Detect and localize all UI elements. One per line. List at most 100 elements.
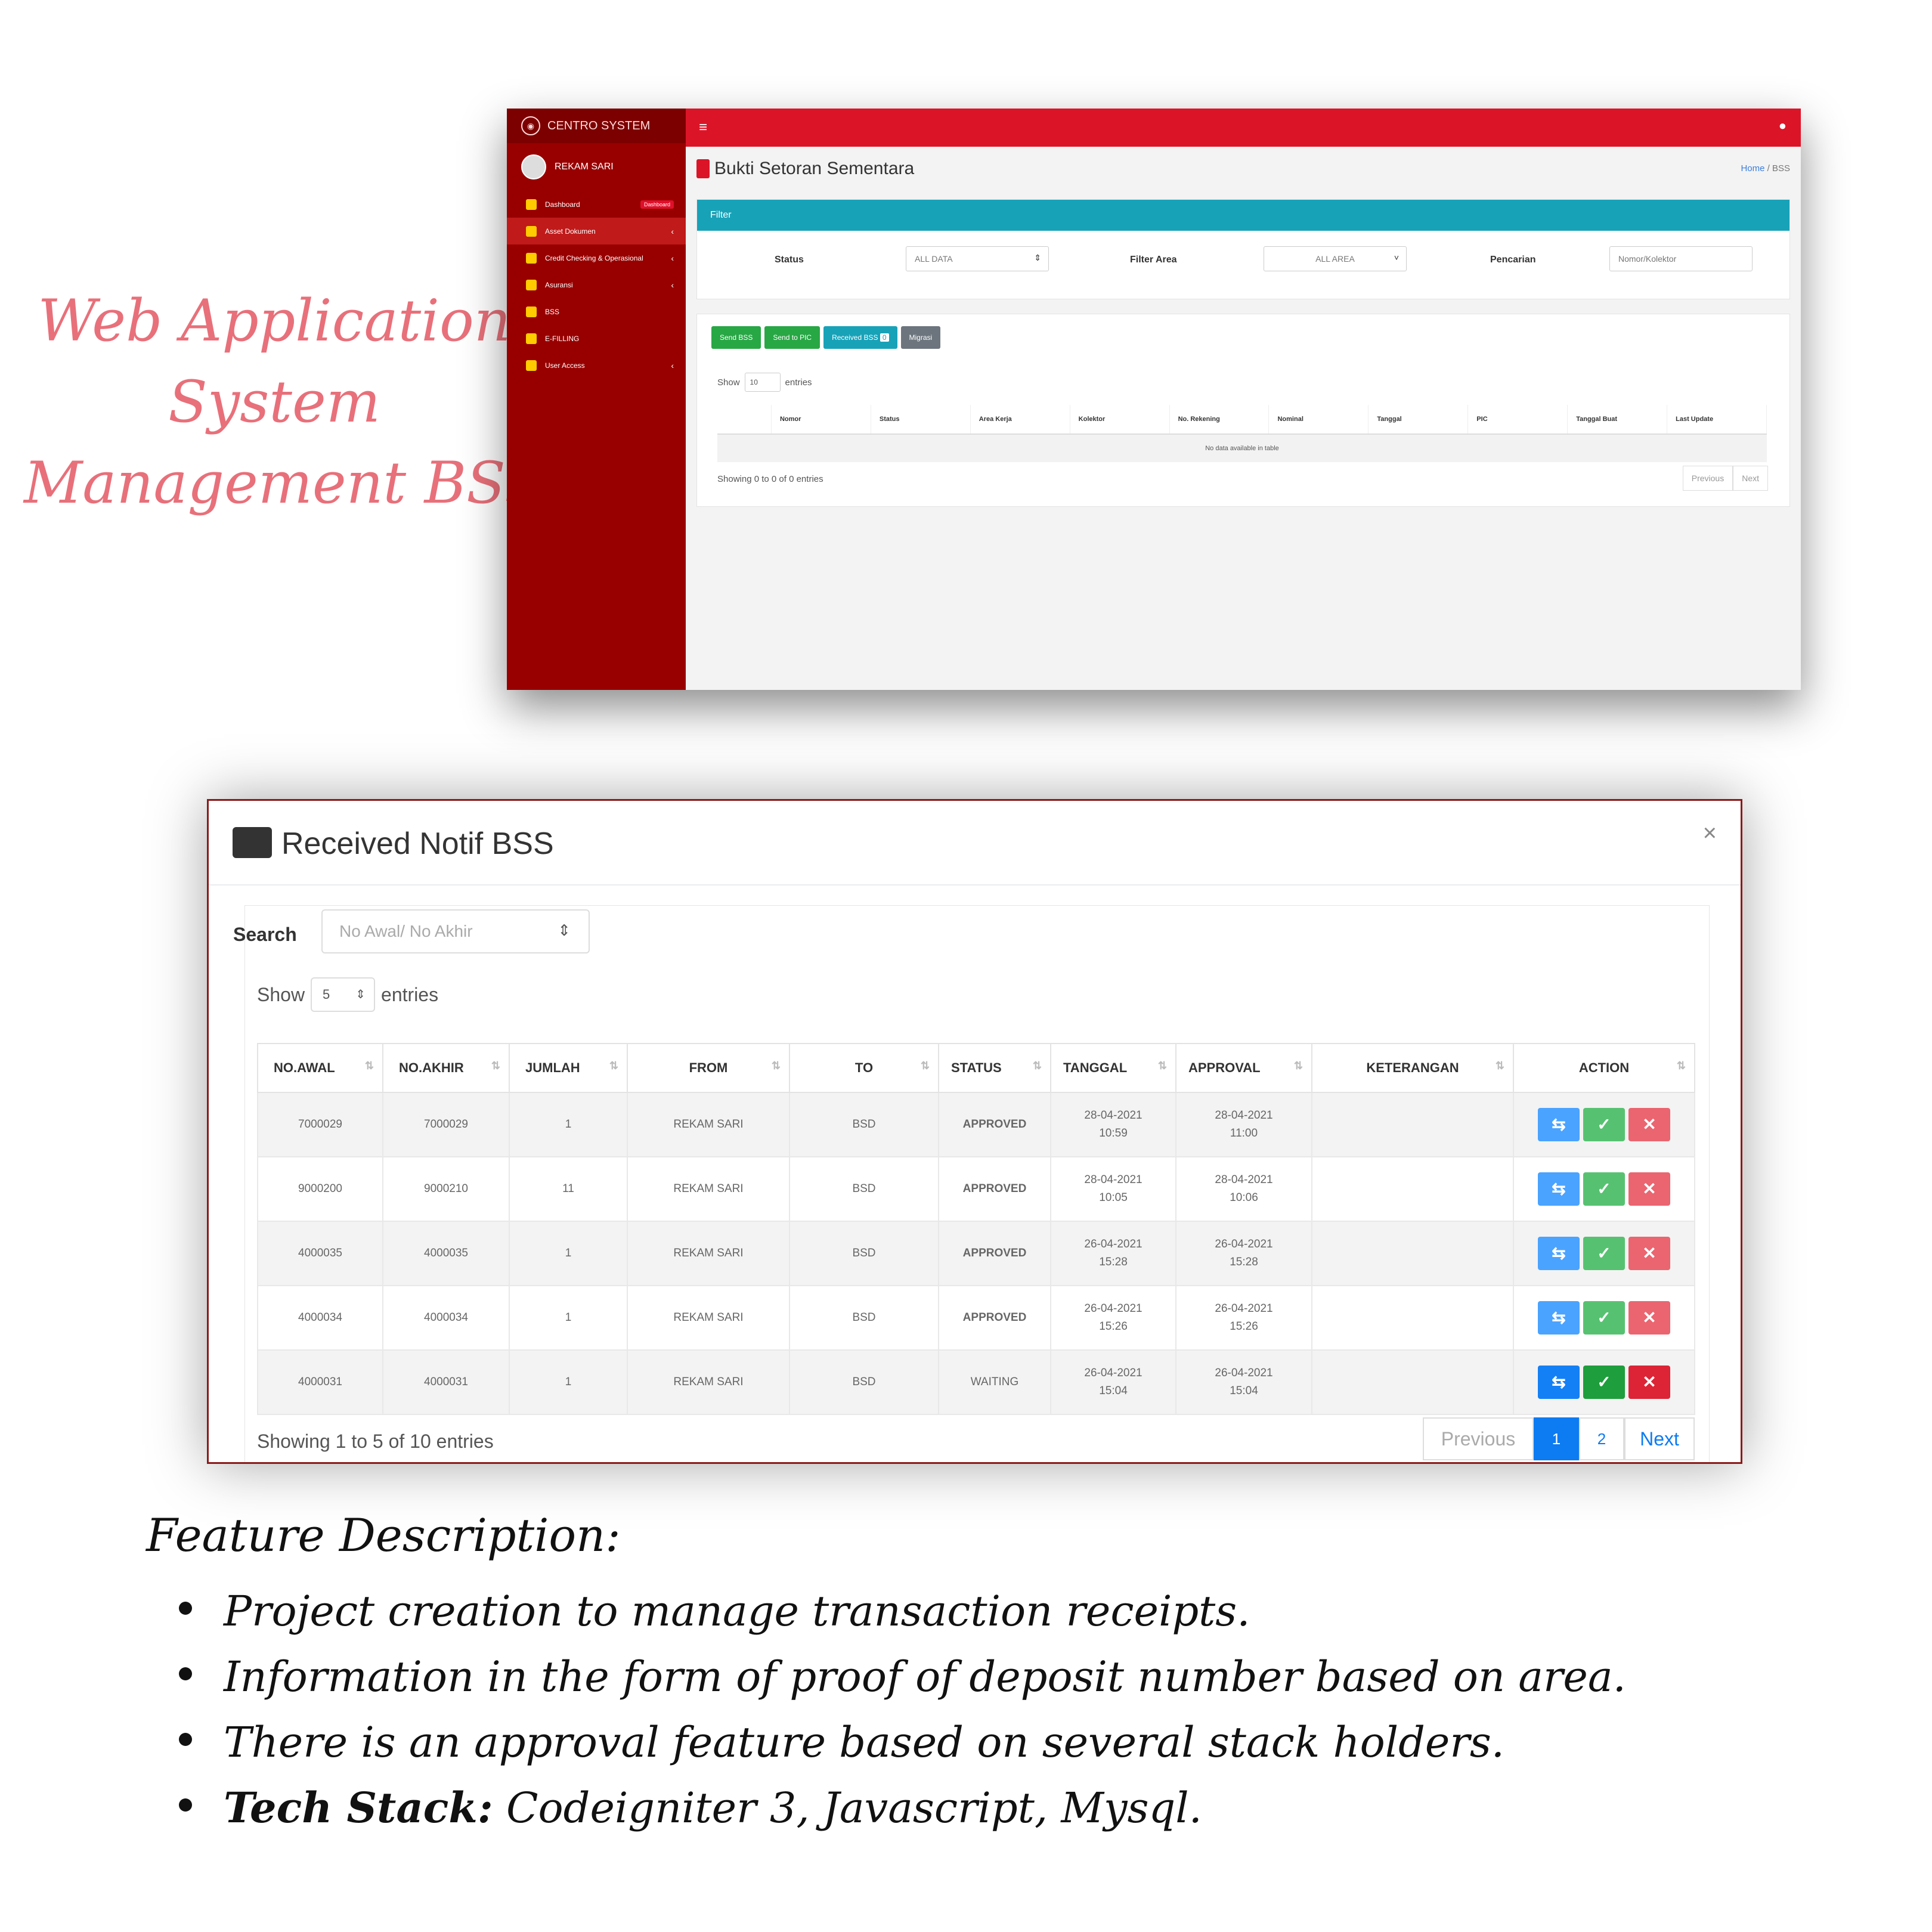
breadcrumb-separator: /: [1767, 163, 1770, 174]
send-to-pic-label: Send to PIC: [773, 333, 812, 342]
approve-button[interactable]: ✓: [1583, 1237, 1625, 1270]
breadcrumb-current: BSS: [1772, 163, 1790, 174]
column-header-to[interactable]: TO ⇅: [789, 1043, 939, 1093]
close-icon[interactable]: ×: [1703, 820, 1717, 847]
menu-icon[interactable]: ≡: [699, 119, 707, 136]
tanggal-date: 26-04-2021: [1084, 1367, 1143, 1379]
detail-button[interactable]: ⇆: [1538, 1366, 1580, 1399]
received-bss-button[interactable]: Received BSS 0: [823, 326, 897, 349]
tanggal-time: 15:26: [1099, 1320, 1128, 1333]
filter-header[interactable]: Filter: [697, 200, 1789, 231]
next-button[interactable]: Next: [1733, 466, 1768, 491]
cell-no-akhir: 4000034: [382, 1285, 510, 1351]
column-header[interactable]: Kolektor: [1070, 405, 1170, 434]
sidebar-item-bss[interactable]: BSS: [507, 298, 686, 325]
sidebar-item-e-filling[interactable]: E-FILLING: [507, 325, 686, 352]
reject-button[interactable]: ✕: [1628, 1301, 1670, 1335]
entries-select[interactable]: 10: [744, 373, 781, 392]
modal-title: Received Notif BSS: [281, 826, 554, 861]
column-header[interactable]: No. Rekening: [1170, 405, 1270, 434]
column-header[interactable]: Status: [871, 405, 971, 434]
reject-button[interactable]: ✕: [1628, 1366, 1670, 1399]
sidebar-item-label: User Access: [545, 361, 585, 370]
column-header-no-akhir[interactable]: NO.AKHIR ⇅: [382, 1043, 510, 1093]
user-panel: REKAM SARI: [507, 143, 686, 191]
column-header-tanggal[interactable]: TANGGAL ⇅: [1050, 1043, 1176, 1093]
tanggal-date: 26-04-2021: [1084, 1238, 1143, 1250]
approve-button[interactable]: ✓: [1583, 1301, 1625, 1335]
table-info: Showing 1 to 5 of 10 entries: [257, 1431, 494, 1452]
detail-button[interactable]: ⇆: [1538, 1172, 1580, 1206]
column-header[interactable]: Nominal: [1269, 405, 1369, 434]
column-header-keterangan[interactable]: KETERANGAN ⇅: [1311, 1043, 1514, 1093]
sidebar-item-user-access[interactable]: User Access ‹: [507, 352, 686, 379]
cell-tanggal: 26-04-2021 15:28: [1050, 1221, 1176, 1286]
reject-button[interactable]: ✕: [1628, 1108, 1670, 1141]
cell-from: REKAM SARI: [627, 1156, 790, 1222]
breadcrumb-home[interactable]: Home: [1741, 163, 1764, 174]
column-header-no-awal[interactable]: NO.AWAL ⇅: [257, 1043, 383, 1093]
approve-button[interactable]: ✓: [1583, 1172, 1625, 1206]
send-bss-button[interactable]: Send BSS: [711, 326, 761, 349]
received-bss-label: Received BSS: [832, 333, 878, 342]
chevron-left-icon: ‹: [671, 226, 674, 236]
table-info: Showing 0 to 0 of 0 entries: [717, 474, 823, 484]
pencarian-input[interactable]: [1609, 246, 1753, 271]
column-header[interactable]: Nomor: [772, 405, 871, 434]
sidebar-item-asset-dokumen[interactable]: Asset Dokumen ‹: [507, 218, 686, 244]
migrasi-button[interactable]: Migrasi: [900, 326, 941, 349]
approve-button[interactable]: ✓: [1583, 1108, 1625, 1141]
column-header-action[interactable]: ACTION ⇅: [1513, 1043, 1695, 1093]
table-row: 9000200 9000210 11 REKAM SARI BSD APPROV…: [257, 1156, 1695, 1222]
chevron-down-icon: ˅: [1394, 253, 1399, 262]
column-header[interactable]: Tanggal Buat: [1568, 405, 1668, 434]
table-header: Nomor Status Area Kerja Kolektor No. Rek…: [717, 405, 1767, 435]
notif-table: NO.AWAL ⇅ NO.AKHIR ⇅ JUMLAH ⇅ FROM ⇅ TO ⇅ STA…: [257, 1043, 1695, 1415]
column-header[interactable]: Tanggal: [1368, 405, 1469, 434]
column-header-jumlah[interactable]: JUMLAH ⇅: [509, 1043, 628, 1093]
entries-select[interactable]: 5 ⇕: [311, 977, 376, 1012]
approval-time: 15:04: [1230, 1385, 1258, 1397]
column-header[interactable]: Area Kerja: [971, 405, 1070, 434]
detail-button[interactable]: ⇆: [1538, 1108, 1580, 1141]
approve-button[interactable]: ✓: [1583, 1366, 1625, 1399]
reject-button[interactable]: ✕: [1628, 1172, 1670, 1206]
status-badge: APPROVED: [938, 1285, 1051, 1351]
next-button[interactable]: Next: [1624, 1417, 1695, 1460]
sidebar-item-dashboard[interactable]: Dashboard Dashboard: [507, 191, 686, 218]
column-header-approval[interactable]: APPROVAL ⇅: [1175, 1043, 1312, 1093]
column-header-status[interactable]: STATUS ⇅: [938, 1043, 1051, 1093]
page-1-button[interactable]: 1: [1534, 1417, 1579, 1460]
pagination: Previous 1 2 Next: [1423, 1417, 1695, 1460]
select-arrow-icon: ⇕: [355, 988, 366, 1001]
detail-button[interactable]: ⇆: [1538, 1237, 1580, 1270]
table-row: 4000031 4000031 1 REKAM SARI BSD WAITING…: [257, 1349, 1695, 1415]
cell-action: ⇆ ✓ ✕: [1513, 1349, 1695, 1415]
column-header-select[interactable]: [717, 405, 772, 434]
status-select[interactable]: ALL DATA ⇕: [906, 246, 1049, 271]
column-header[interactable]: PIC: [1468, 405, 1568, 434]
column-header[interactable]: Last Update: [1667, 405, 1767, 434]
previous-button[interactable]: Previous: [1682, 466, 1733, 491]
area-select[interactable]: ALL AREA ˅: [1264, 246, 1407, 271]
detail-button[interactable]: ⇆: [1538, 1301, 1580, 1335]
sidebar-item-label: Asset Dokumen: [545, 227, 596, 236]
chevron-left-icon: ‹: [671, 253, 674, 263]
reject-button[interactable]: ✕: [1628, 1237, 1670, 1270]
previous-button[interactable]: Previous: [1423, 1417, 1534, 1460]
user-icon[interactable]: ●: [1779, 118, 1787, 134]
sidebar-item-credit-checking[interactable]: Credit Checking & Operasional ‹: [507, 244, 686, 271]
migrasi-label: Migrasi: [909, 333, 933, 342]
cell-keterangan: [1311, 1156, 1514, 1222]
entries-select-value: 5: [323, 987, 330, 1002]
brand[interactable]: ◉ CENTRO SYSTEM: [507, 109, 686, 143]
page-2-button[interactable]: 2: [1579, 1417, 1624, 1460]
search-select[interactable]: No Awal/ No Akhir ⇕: [321, 909, 590, 953]
tanggal-time: 15:28: [1099, 1256, 1128, 1268]
bullet-icon: [179, 1667, 192, 1680]
sidebar-item-asuransi[interactable]: Asuransi ‹: [507, 271, 686, 298]
send-to-pic-button[interactable]: Send to PIC: [764, 326, 821, 349]
column-header-from[interactable]: FROM ⇅: [627, 1043, 790, 1093]
search-label: Search: [233, 924, 297, 945]
sort-icon: ⇅: [920, 1060, 930, 1072]
